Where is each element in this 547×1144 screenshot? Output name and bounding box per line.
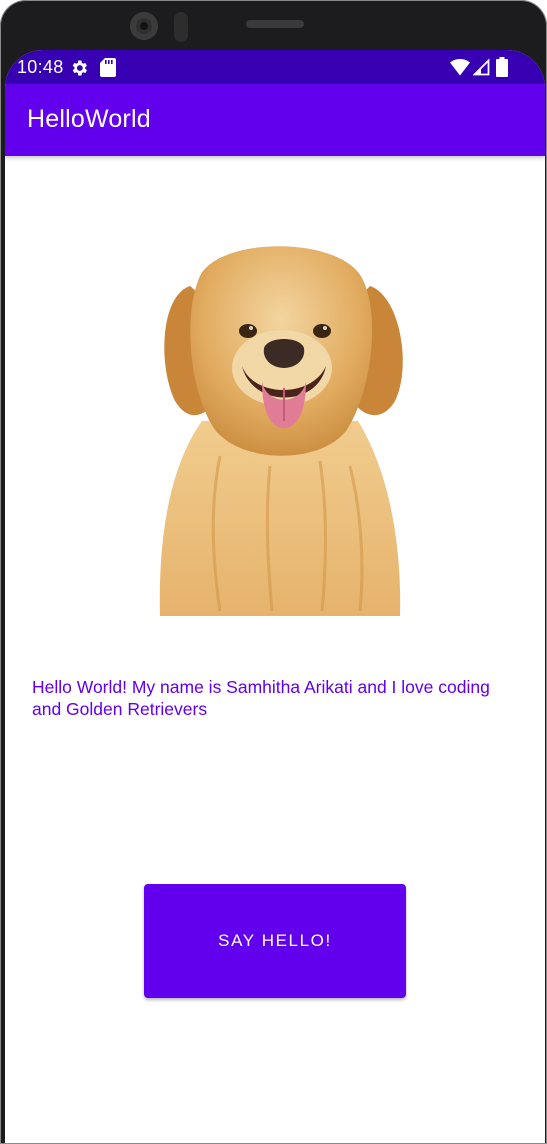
- say-hello-button[interactable]: SAY HELLO!: [144, 884, 406, 998]
- status-bar: 10:48: [5, 50, 545, 84]
- app-title: HelloWorld: [27, 105, 151, 133]
- hello-message: Hello World! My name is Samhitha Arikati…: [32, 677, 490, 719]
- phone-frame: 10:48 HelloWorld Hello World! My name is…: [0, 0, 547, 1144]
- sd-card-icon: [100, 58, 116, 77]
- wifi-icon: [450, 59, 470, 76]
- front-camera: [130, 12, 158, 40]
- settings-gear-icon: [72, 60, 87, 76]
- golden-retriever-image: [159, 246, 403, 616]
- status-time: 10:48: [17, 57, 64, 77]
- screen: 10:48 HelloWorld Hello World! My name is…: [5, 50, 545, 1144]
- app-bar: HelloWorld: [5, 84, 545, 156]
- cell-signal-icon: [473, 58, 490, 76]
- proximity-sensor: [174, 12, 188, 42]
- battery-icon: [496, 57, 508, 77]
- earpiece-speaker: [246, 20, 304, 28]
- main-content: Hello World! My name is Samhitha Arikati…: [5, 156, 545, 1144]
